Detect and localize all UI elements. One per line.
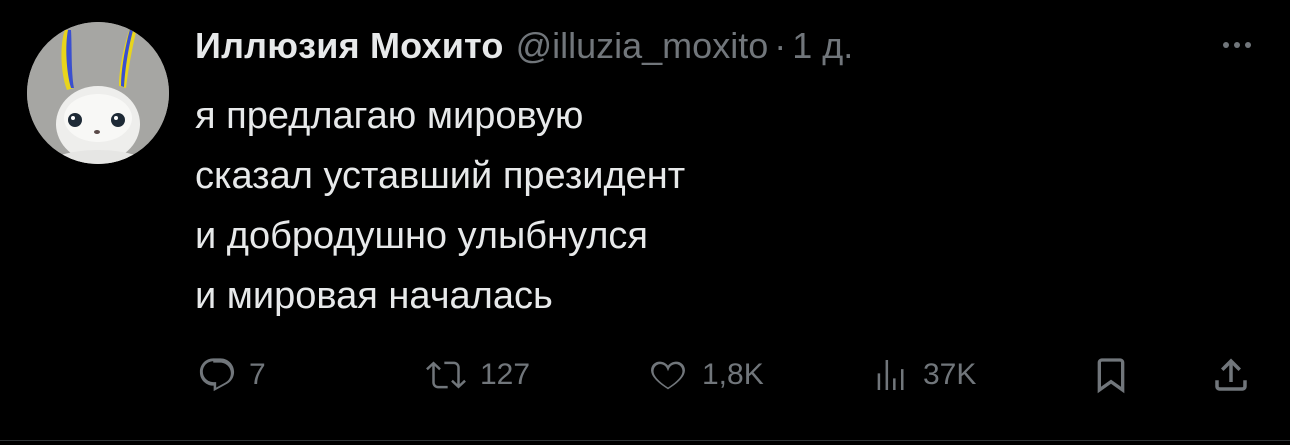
reply-button[interactable]: 7 bbox=[197, 350, 266, 400]
more-options-button[interactable] bbox=[1212, 30, 1262, 60]
views-count: 37K bbox=[923, 358, 977, 391]
tweet-text-line: сказал уставший президент bbox=[195, 155, 686, 197]
tweet-text-line: и добродушно улыбнулся bbox=[195, 215, 648, 257]
retweet-count: 127 bbox=[480, 358, 531, 391]
avatar[interactable] bbox=[27, 22, 169, 164]
heart-icon bbox=[651, 361, 685, 390]
tweet-timestamp[interactable]: 1 д. bbox=[792, 25, 853, 67]
header-separator: · bbox=[774, 25, 787, 66]
like-count: 1,8K bbox=[702, 358, 764, 391]
share-icon bbox=[1215, 358, 1247, 391]
views-button[interactable]: 37K bbox=[871, 350, 976, 400]
reply-icon bbox=[199, 358, 235, 392]
white-bunny-avatar-icon bbox=[27, 22, 169, 164]
tweet-actions-bar: 7 127 1,8K 37K bbox=[0, 350, 1290, 400]
retweet-button[interactable]: 127 bbox=[424, 350, 530, 400]
like-button[interactable]: 1,8K bbox=[646, 350, 764, 400]
author-handle[interactable]: @illuzia_moxito bbox=[516, 25, 769, 67]
more-horizontal-icon bbox=[1223, 42, 1251, 48]
bookmark-icon bbox=[1097, 358, 1125, 394]
tweet-divider bbox=[0, 440, 1290, 441]
share-button[interactable] bbox=[1210, 350, 1252, 400]
tweet[interactable]: Иллюзия Мохито @illuzia_moxito · 1 д. я … bbox=[0, 0, 1290, 441]
tweet-header: Иллюзия Мохито @illuzia_moxito · 1 д. bbox=[195, 20, 853, 72]
views-chart-icon bbox=[877, 360, 904, 390]
tweet-text-line: я предлагаю мировую bbox=[195, 95, 584, 137]
bookmark-button[interactable] bbox=[1091, 350, 1131, 400]
tweet-text-line: и мировая началась bbox=[195, 275, 553, 317]
reply-count: 7 bbox=[249, 358, 266, 391]
retweet-icon bbox=[426, 361, 466, 389]
tweet-text: я предлагаю мировую сказал уставший през… bbox=[195, 86, 1195, 326]
author-display-name[interactable]: Иллюзия Мохито bbox=[195, 25, 504, 67]
